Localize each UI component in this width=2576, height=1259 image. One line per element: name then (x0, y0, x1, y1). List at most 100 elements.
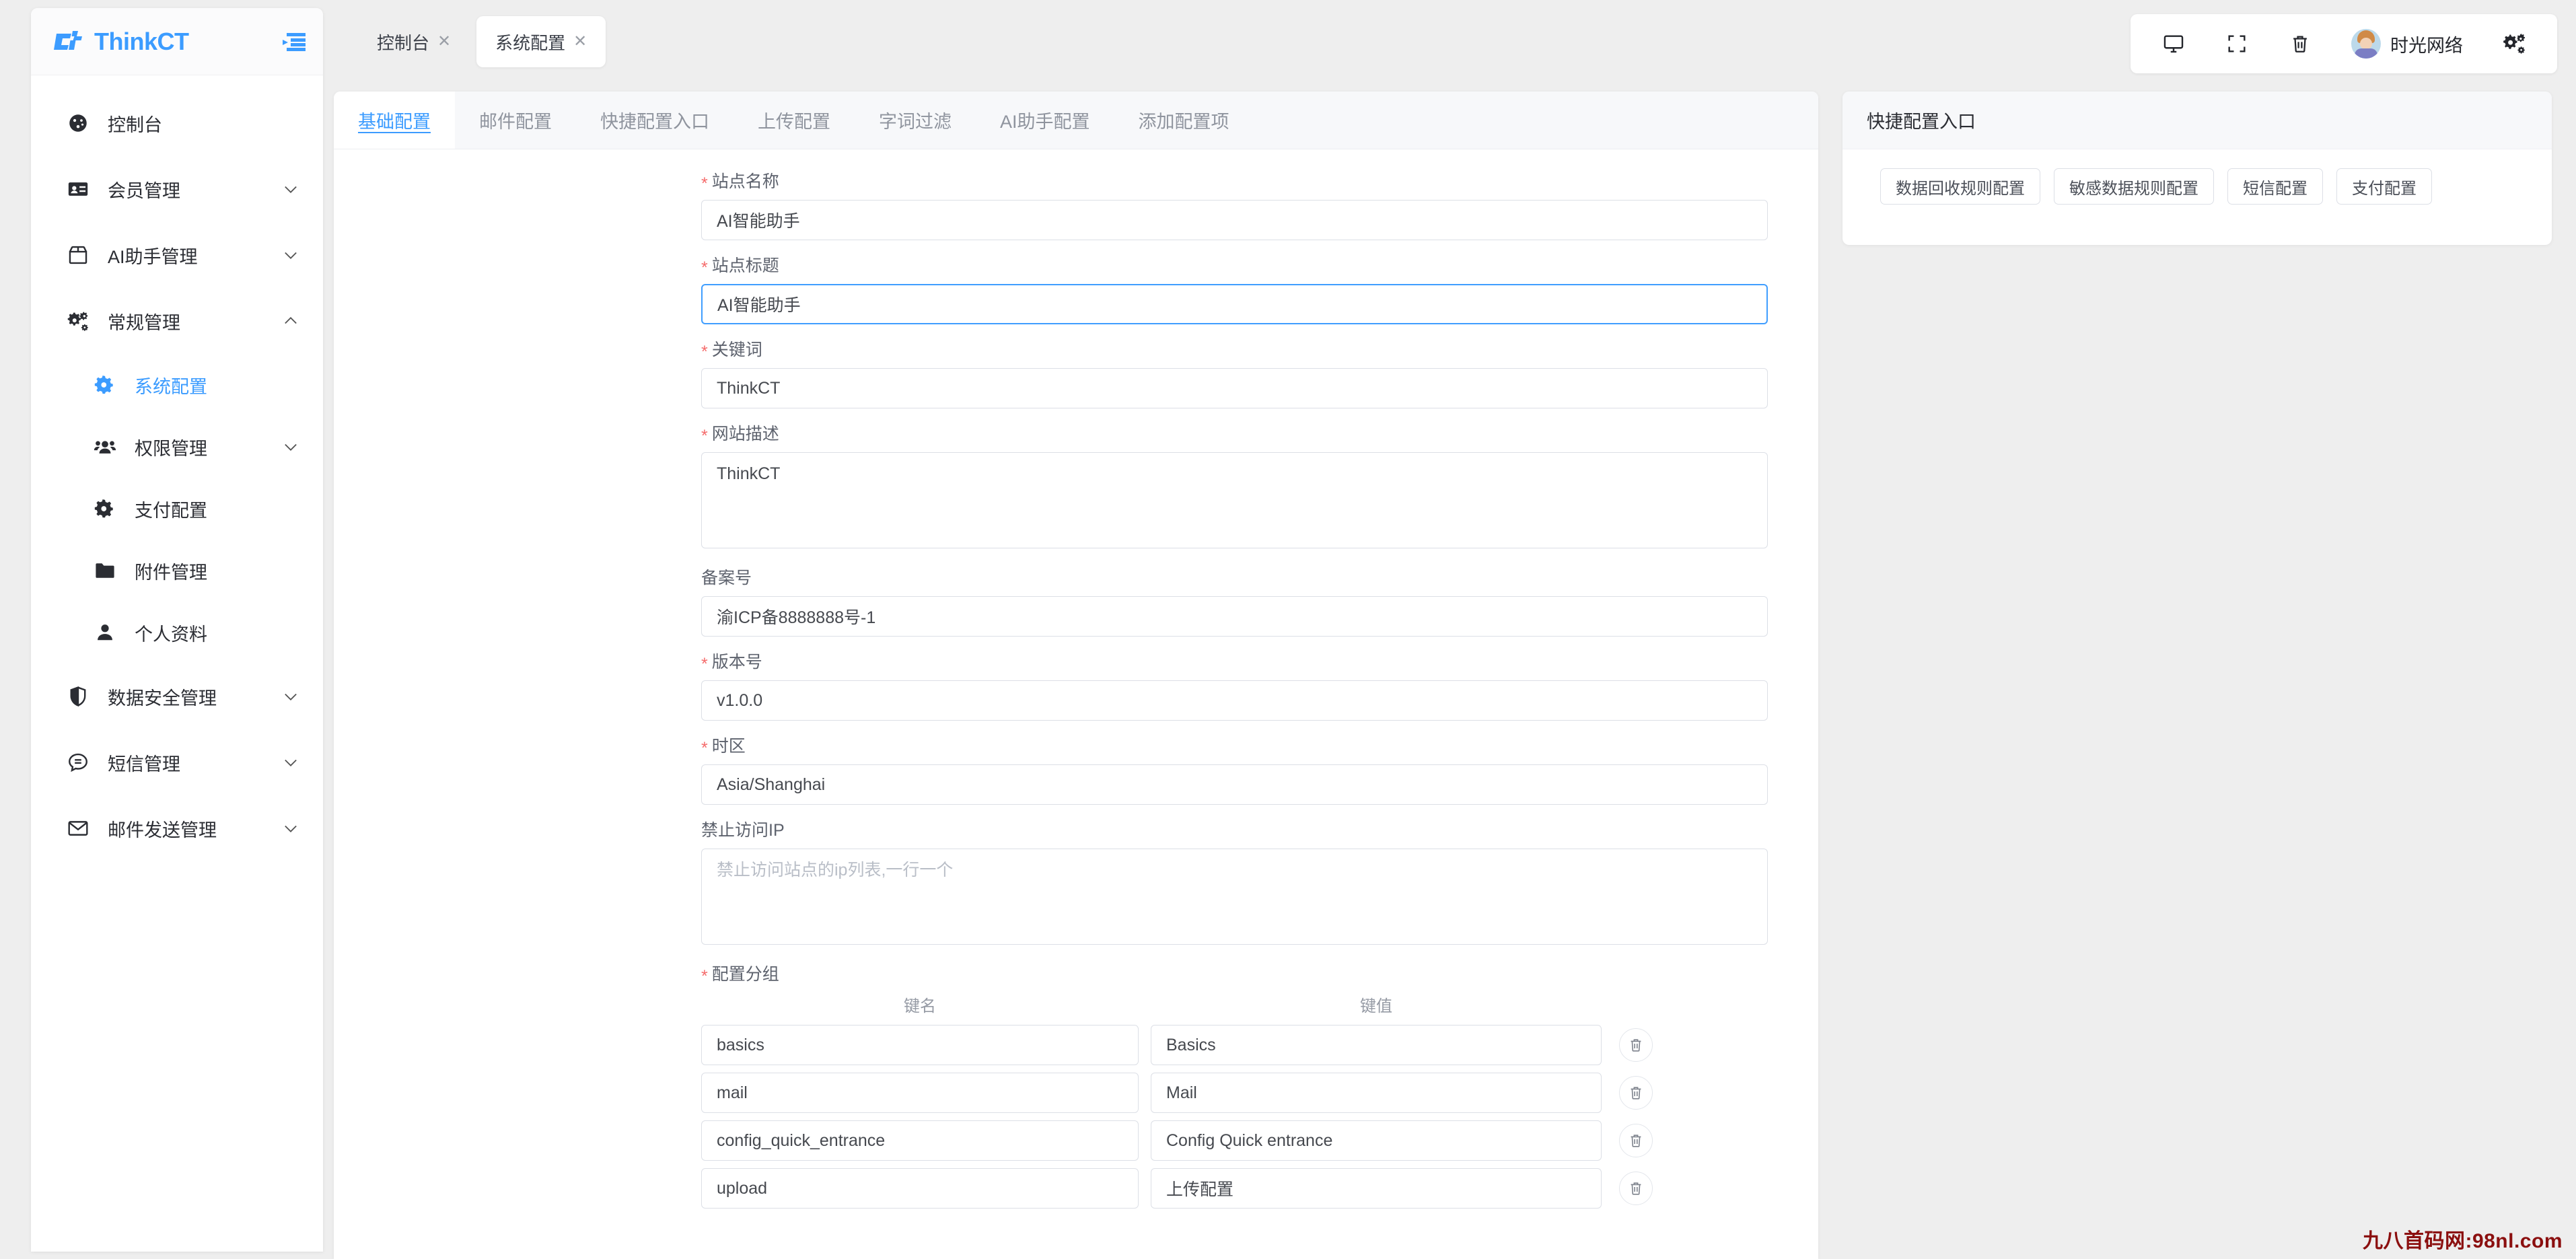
config-value-input[interactable]: Config Quick entrance (1151, 1120, 1602, 1161)
brand-logo[interactable]: ThinkCT (54, 27, 281, 55)
icp-number-input[interactable]: 渝ICP备8888888号-1 (701, 596, 1768, 637)
field-label: 备案号 (701, 569, 752, 587)
sidebar-item-label: 控制台 (108, 114, 162, 135)
field-label: 配置分组 (334, 961, 1818, 985)
field-label: 时区 (334, 733, 1818, 757)
trash-icon (1631, 1087, 1641, 1100)
sidebar-item-label: 支付配置 (135, 500, 207, 521)
keywords-input[interactable]: ThinkCT (701, 368, 1768, 408)
config-group-header: 键名 键值 (701, 993, 1818, 1016)
user-menu[interactable]: 时光网络 (2351, 29, 2463, 59)
main-content-card: 基础配置 邮件配置 快捷配置入口 上传配置 字词过滤 AI助手配置 添加配置项 … (334, 92, 1818, 1259)
site-title-input[interactable]: AI智能助手 (701, 284, 1768, 324)
shield-icon (63, 682, 93, 711)
delete-row-button[interactable] (1619, 1124, 1653, 1157)
id-card-icon (63, 174, 93, 204)
delete-row-button[interactable] (1619, 1076, 1653, 1110)
sidebar-item-member-management[interactable]: 会员管理 (31, 156, 323, 222)
version-input[interactable]: v1.0.0 (701, 680, 1768, 721)
sidebar-item-dashboard[interactable]: 控制台 (31, 90, 323, 156)
quick-btn-sms-config[interactable]: 短信配置 (2227, 168, 2323, 205)
avatar (2351, 29, 2381, 59)
monitor-icon[interactable] (2161, 32, 2186, 56)
user-name: 时光网络 (2390, 35, 2463, 56)
field-blocked-ip: 禁止访问IP 禁止访问站点的ip列表,一行一个 (334, 817, 1818, 945)
gears-settings-icon[interactable] (2502, 32, 2526, 56)
chevron-down-icon[interactable] (281, 246, 300, 264)
close-icon[interactable]: ✕ (573, 34, 587, 50)
mail-icon (63, 814, 93, 843)
sidebar-header: ThinkCT (31, 8, 323, 75)
config-value-input[interactable]: 上传配置 (1151, 1168, 1602, 1209)
sidebar-item-label: 数据安全管理 (108, 688, 217, 709)
tab-mail-config[interactable]: 邮件配置 (455, 92, 576, 149)
sidebar-item-data-security-management[interactable]: 数据安全管理 (31, 663, 323, 729)
config-group-row: basics Basics (701, 1025, 1818, 1065)
sidebar-item-system-config[interactable]: 系统配置 (31, 354, 323, 416)
sidebar-item-ai-assistant-management[interactable]: AI助手管理 (31, 222, 323, 288)
chevron-down-icon[interactable] (281, 180, 300, 199)
sidebar-item-permission-management[interactable]: 权限管理 (31, 416, 323, 478)
sidebar-item-general-management[interactable]: 常规管理 (31, 288, 323, 354)
tab-add-config-item[interactable]: 添加配置项 (1114, 92, 1254, 149)
sidebar-item-mail-send-management[interactable]: 邮件发送管理 (31, 795, 323, 861)
sidebar-item-payment-config[interactable]: 支付配置 (31, 478, 323, 540)
delete-row-button[interactable] (1619, 1028, 1653, 1062)
delete-row-button[interactable] (1619, 1172, 1653, 1205)
timezone-input[interactable]: Asia/Shanghai (701, 764, 1768, 805)
close-icon[interactable]: ✕ (437, 34, 451, 50)
field-site-title: 站点标题 AI智能助手 (334, 252, 1818, 324)
sidebar-item-label: 邮件发送管理 (108, 820, 217, 840)
fullscreen-icon[interactable] (2225, 32, 2249, 56)
column-header-key: 键名 (904, 997, 936, 1015)
sidebar-item-label: AI助手管理 (108, 246, 198, 267)
quick-config-panel: 快捷配置入口 数据回收规则配置 敏感数据规则配置 短信配置 支付配置 (1842, 92, 2552, 245)
tab-basic-config[interactable]: 基础配置 (334, 92, 455, 149)
page-tab-dashboard[interactable]: 控制台 ✕ (358, 16, 470, 67)
config-form: 站点名称 AI智能助手 站点标题 AI智能助手 关键词 ThinkCT 网站描述… (334, 149, 1818, 1259)
tab-word-filter[interactable]: 字词过滤 (855, 92, 976, 149)
tab-label: 基础配置 (358, 111, 431, 132)
tab-quick-config-entrance[interactable]: 快捷配置入口 (576, 92, 734, 149)
page-tab-system-config[interactable]: 系统配置 ✕ (476, 16, 606, 67)
config-key-input[interactable]: basics (701, 1025, 1139, 1065)
field-config-group: 配置分组 键名 键值 basics Basics mail Mail (334, 961, 1818, 1209)
field-icp-number: 备案号 渝ICP备8888888号-1 (334, 565, 1818, 637)
form-tab-bar: 基础配置 邮件配置 快捷配置入口 上传配置 字词过滤 AI助手配置 添加配置项 (334, 92, 1818, 149)
chevron-down-icon[interactable] (281, 437, 300, 456)
page-tab-label: 系统配置 (495, 32, 566, 53)
quick-btn-data-recycle-rule-config[interactable]: 数据回收规则配置 (1880, 168, 2040, 205)
tab-upload-config[interactable]: 上传配置 (734, 92, 855, 149)
gear-icon (90, 494, 120, 524)
chevron-down-icon[interactable] (281, 819, 300, 838)
config-value-input[interactable]: Basics (1151, 1025, 1602, 1065)
sidebar-item-sms-management[interactable]: 短信管理 (31, 729, 323, 795)
config-key-input[interactable]: upload (701, 1168, 1139, 1209)
sidebar-collapse-icon[interactable] (281, 32, 306, 51)
site-name-input[interactable]: AI智能助手 (701, 200, 1768, 240)
tab-ai-assistant-config[interactable]: AI助手配置 (976, 92, 1114, 149)
chevron-down-icon[interactable] (281, 687, 300, 706)
config-value-input[interactable]: Mail (1151, 1073, 1602, 1113)
chevron-up-icon[interactable] (281, 312, 300, 330)
site-description-textarea[interactable]: ThinkCT (701, 452, 1768, 548)
blocked-ip-textarea[interactable]: 禁止访问站点的ip列表,一行一个 (701, 849, 1768, 945)
field-label: 站点名称 (334, 168, 1818, 192)
user-icon (90, 618, 120, 647)
thinkct-logo-icon (54, 30, 85, 52)
config-key-input[interactable]: mail (701, 1073, 1139, 1113)
chevron-down-icon[interactable] (281, 753, 300, 772)
quick-btn-payment-config[interactable]: 支付配置 (2336, 168, 2432, 205)
quick-btn-sensitive-data-rule-config[interactable]: 敏感数据规则配置 (2054, 168, 2214, 205)
tab-label: 上传配置 (758, 111, 830, 132)
brand-name: ThinkCT (94, 27, 189, 55)
sidebar-item-profile[interactable]: 个人资料 (31, 602, 323, 663)
trash-icon[interactable] (2288, 32, 2312, 56)
page-tabs: 控制台 ✕ 系统配置 ✕ (358, 16, 606, 67)
box-icon (63, 240, 93, 270)
config-key-input[interactable]: config_quick_entrance (701, 1120, 1139, 1161)
tab-label: AI助手配置 (1000, 111, 1090, 132)
tab-label: 快捷配置入口 (600, 111, 709, 132)
field-keywords: 关键词 ThinkCT (334, 336, 1818, 408)
sidebar-item-attachment-management[interactable]: 附件管理 (31, 540, 323, 602)
